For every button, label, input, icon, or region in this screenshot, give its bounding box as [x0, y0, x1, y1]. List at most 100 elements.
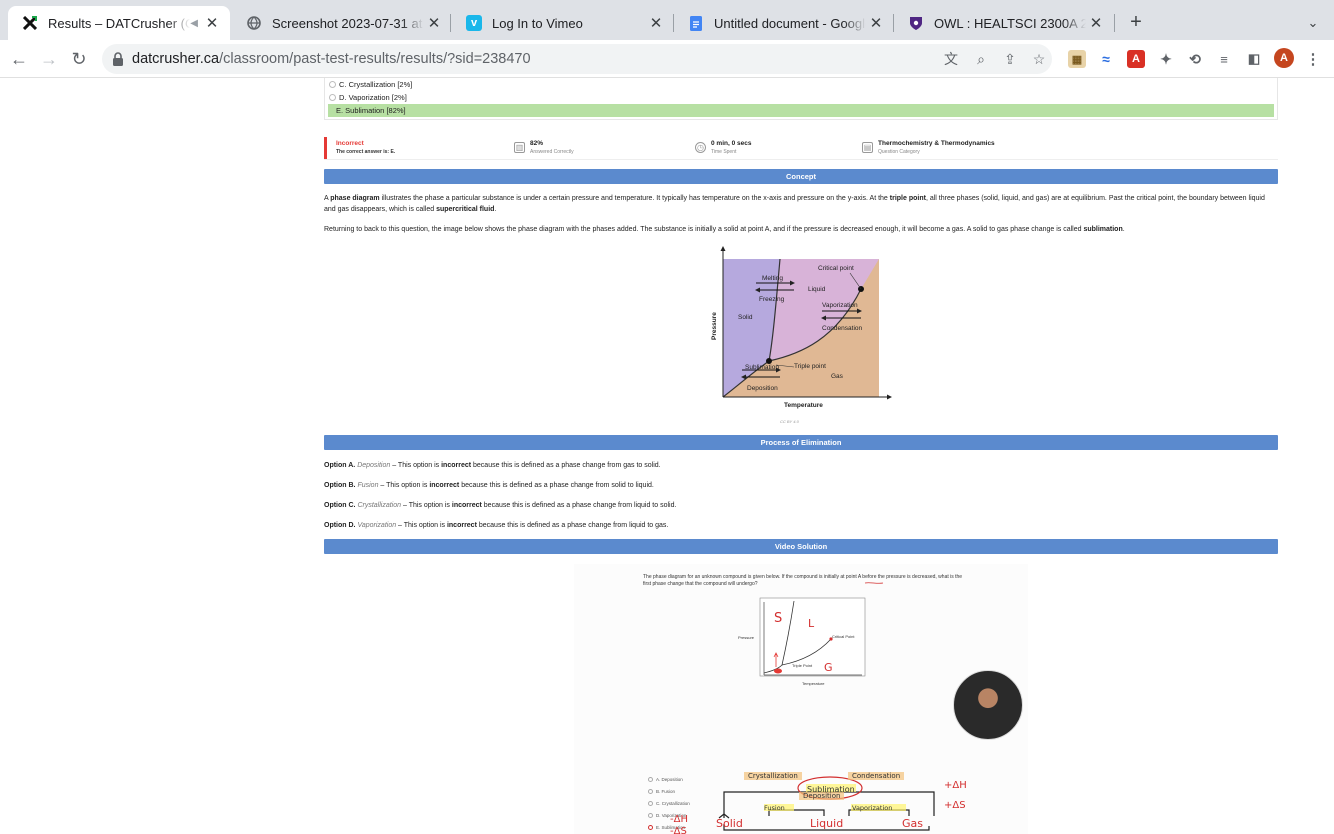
tab-divider: [1114, 14, 1115, 32]
close-tab-icon[interactable]: ✕: [1086, 14, 1106, 32]
option-label: E. Sublimation [82%]: [336, 106, 406, 115]
presenter-webcam-bubble: [953, 670, 1023, 740]
time-spent: ◷ 0 min, 0 secs Time Spent: [695, 140, 752, 155]
label-melting: Melting: [762, 275, 783, 282]
option-d[interactable]: D. Vaporization [2%]: [328, 91, 1274, 104]
tab-title: Screenshot 2023-07-31 at 5.0: [272, 15, 424, 31]
result-status: Incorrect The correct answer is: E.: [336, 140, 396, 155]
tab-strip: Results – DATCrusher (Can ◀︎ ✕ Screensho…: [0, 0, 1334, 40]
close-tab-icon[interactable]: ✕: [866, 14, 886, 32]
tab-owl[interactable]: OWL : HEALTSCI 2300A 200 S ✕: [894, 6, 1114, 40]
video-question-text: The phase diagram for an unknown compoun…: [643, 574, 963, 587]
hw-minus-s: -ΔS: [670, 826, 687, 834]
menu-kebab-icon[interactable]: ⋮: [1304, 50, 1322, 68]
mini-triple-label: Triple Point: [792, 663, 813, 668]
mini-critical-label: Critical Point: [832, 634, 855, 639]
label-critical-point: Critical point: [818, 265, 854, 272]
radio-icon[interactable]: [329, 81, 336, 88]
concept-paragraph-2: Returning to back to this question, the …: [324, 226, 1125, 233]
elimination-option-d: Option D. Vaporization – This option is …: [324, 522, 669, 529]
elimination-option-b: Option B. Fusion – This option is incorr…: [324, 482, 654, 489]
answer-options: C. Crystallization [2%] D. Vaporization …: [324, 78, 1278, 120]
bar-chart-icon: ▥: [514, 142, 525, 153]
mini-temperature-label: Temperature: [802, 681, 825, 686]
tab-title: Results – DATCrusher (Can: [48, 15, 191, 31]
video-mini-phase-diagram: Pressure Temperature Critical Point Trip…: [738, 597, 866, 686]
tab-vimeo[interactable]: v Log In to Vimeo ✕: [452, 6, 674, 40]
reading-list-icon[interactable]: ≡: [1215, 50, 1233, 68]
tab-divider: [450, 14, 451, 32]
label-sublimation: Sublimation: [745, 364, 779, 371]
handwritten-s: S: [774, 611, 782, 626]
forward-arrow-icon[interactable]: →: [38, 48, 60, 70]
label-solid: Solid: [738, 314, 753, 321]
mini-pressure-label: Pressure: [738, 635, 755, 640]
browser-toolbar: ← → ↻ datcrusher.ca/classroom/past-test-…: [0, 40, 1334, 78]
handwritten-l: L: [808, 617, 815, 630]
option-label: D. Vaporization [2%]: [339, 93, 407, 102]
hw-condensation: Condensation: [848, 772, 905, 780]
label-triple-point: Triple point: [794, 363, 826, 370]
video-solution-heading: Video Solution: [324, 539, 1278, 554]
vimeo-icon: v: [466, 15, 482, 31]
option-label: C. Crystallization [2%]: [339, 80, 413, 89]
label-condensation: Condensation: [822, 325, 862, 332]
radio-icon[interactable]: [329, 94, 336, 101]
hw-vaporization: Vaporization: [852, 804, 892, 812]
clock-icon: ◷: [695, 142, 706, 153]
hw-minus-h: -ΔH: [670, 814, 688, 825]
tab-datcrusher[interactable]: Results – DATCrusher (Can ◀︎ ✕: [8, 6, 230, 40]
option-e-correct[interactable]: E. Sublimation [82%]: [328, 104, 1274, 117]
percent-correct: ▥ 82% Answered Correctly: [514, 140, 574, 155]
tab-search-chevron-icon[interactable]: ⌄: [1302, 12, 1324, 34]
hw-gas: Gas: [902, 817, 923, 830]
close-tab-icon[interactable]: ✕: [646, 14, 666, 32]
option-c[interactable]: C. Crystallization [2%]: [328, 78, 1274, 91]
google-docs-icon: [688, 15, 704, 31]
phase-diagram: Melting Freezing Liquid Critical point V…: [711, 246, 892, 409]
concept-paragraph-1: A phase diagram illustrates the phase a …: [324, 195, 1265, 213]
hw-deposition: Deposition: [799, 792, 845, 800]
tab-google-docs[interactable]: Untitled document - Google Do ✕: [674, 6, 894, 40]
tab-title: Untitled document - Google Do: [714, 15, 866, 31]
owl-shield-icon: [908, 15, 924, 31]
hw-plus-h: +ΔH: [944, 780, 967, 791]
label-deposition: Deposition: [747, 385, 778, 392]
globe-icon: [246, 15, 262, 31]
datcrusher-icon: [22, 15, 38, 31]
back-arrow-icon[interactable]: ←: [8, 48, 30, 70]
calculator-extension-icon[interactable]: ▦: [1068, 50, 1086, 68]
zoom-icon[interactable]: ⌕: [972, 50, 990, 68]
image-credit: CC BY 4.0: [780, 419, 799, 424]
performance-icon[interactable]: ⟲: [1186, 50, 1204, 68]
share-icon[interactable]: ⇪: [1001, 50, 1019, 68]
tab-screenshot[interactable]: Screenshot 2023-07-31 at 5.0 ✕: [232, 6, 452, 40]
page-content: C. Crystallization [2%] D. Vaporization …: [0, 78, 1334, 834]
side-panel-icon[interactable]: ◧: [1245, 50, 1263, 68]
url-text[interactable]: datcrusher.ca/classroom/past-test-result…: [132, 51, 531, 67]
hw-solid: Solid: [716, 817, 743, 830]
handwritten-g: G: [824, 661, 833, 674]
close-tab-icon[interactable]: ✕: [202, 14, 222, 32]
translate-icon[interactable]: 文: [942, 50, 960, 68]
bookmark-star-icon[interactable]: ☆: [1030, 50, 1048, 68]
video-whiteboard-annotations: Sublimation Fusion Vaporization Solid Li…: [670, 776, 967, 834]
tab-title: OWL : HEALTSCI 2300A 200 S: [934, 15, 1086, 31]
new-tab-button[interactable]: +: [1124, 10, 1148, 34]
label-vaporization: Vaporization: [822, 302, 858, 309]
elimination-option-c: Option C. Crystallization – This option …: [324, 502, 677, 509]
correct-answer-text: The correct answer is: E.: [336, 149, 396, 155]
address-bar[interactable]: datcrusher.ca/classroom/past-test-result…: [102, 44, 1052, 74]
hw-liquid: Liquid: [810, 817, 843, 830]
reload-icon[interactable]: ↻: [68, 48, 90, 70]
close-tab-icon[interactable]: ✕: [424, 14, 444, 32]
point-a-underline: [864, 582, 884, 584]
lock-icon[interactable]: [112, 52, 124, 66]
audio-icon[interactable]: ◀︎: [190, 18, 198, 29]
incorrect-indicator: [324, 137, 327, 159]
profile-avatar[interactable]: A: [1274, 48, 1294, 68]
extensions-puzzle-icon[interactable]: ✦: [1157, 50, 1175, 68]
wave-extension-icon[interactable]: ≈: [1097, 50, 1115, 68]
pdf-extension-icon[interactable]: A: [1127, 50, 1145, 68]
tab-title: Log In to Vimeo: [492, 15, 583, 31]
